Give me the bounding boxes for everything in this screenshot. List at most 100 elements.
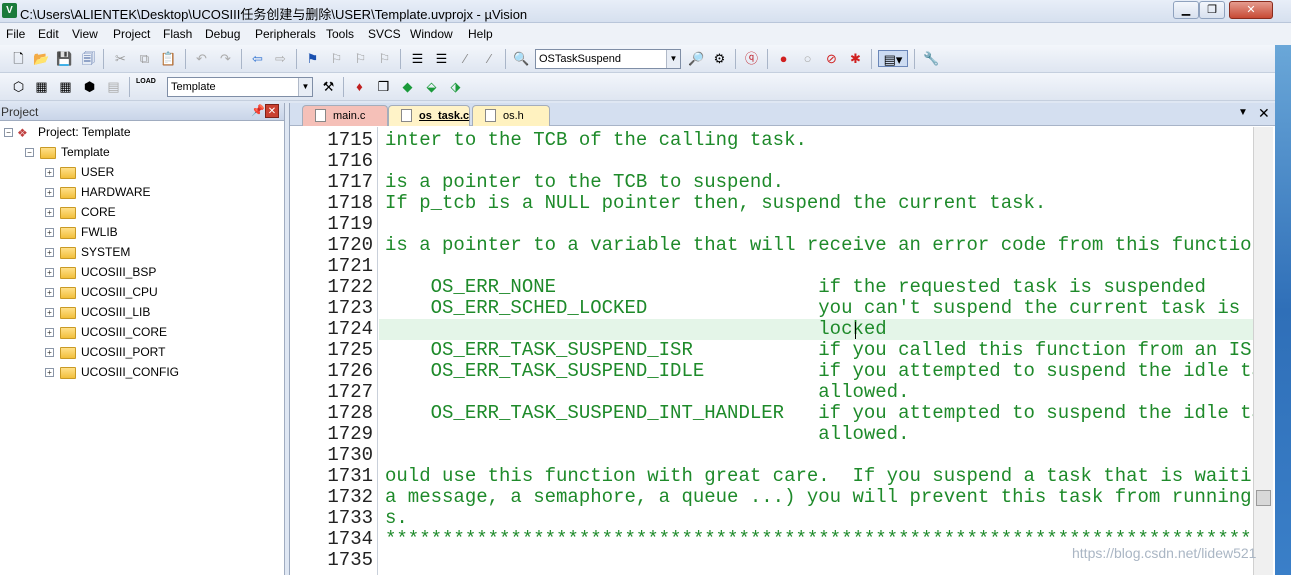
save-all-icon[interactable]: 🗐	[80, 50, 97, 67]
expand-icon[interactable]: +	[45, 368, 54, 378]
chevron-down-icon[interactable]: ▼	[666, 50, 680, 68]
code-line[interactable]: s.	[385, 508, 408, 529]
incremental-find-icon[interactable]: ⚙	[711, 50, 728, 67]
save-icon[interactable]: 💾	[56, 50, 73, 67]
open-file-icon[interactable]: 📂	[33, 50, 50, 67]
menu-debug[interactable]: Debug	[205, 27, 240, 41]
collapse-icon[interactable]: −	[4, 128, 13, 138]
disable-breakpoints-icon[interactable]: ⊘	[823, 50, 840, 67]
kill-breakpoints-icon[interactable]: ✱	[847, 50, 864, 67]
menu-window[interactable]: Window	[410, 27, 453, 41]
tab-os-task-c[interactable]: os_task.c	[388, 105, 470, 126]
menu-view[interactable]: View	[72, 27, 98, 41]
cut-icon[interactable]: ✂	[112, 50, 129, 67]
enable-breakpoint-icon[interactable]: ○	[799, 50, 816, 67]
expand-icon[interactable]: +	[45, 348, 54, 358]
insert-breakpoint-icon[interactable]: ●	[775, 50, 792, 67]
comment-icon[interactable]: ⁄	[457, 50, 474, 67]
build-icon[interactable]: ▦	[33, 78, 50, 95]
start-debug-icon[interactable]: ⓠ	[743, 50, 760, 67]
tree-group-ucosiii-config[interactable]: + UCOSIII_CONFIG	[45, 365, 179, 385]
manage-packs-icon[interactable]: ◆	[399, 78, 416, 95]
scrollbar-thumb[interactable]	[1256, 490, 1271, 506]
expand-icon[interactable]: +	[45, 268, 54, 278]
select-packs-icon[interactable]: ⬙	[423, 78, 440, 95]
code-line[interactable]: OS_ERR_SCHED_LOCKED you can't suspend th…	[385, 298, 1253, 319]
code-line[interactable]: OS_ERR_TASK_SUSPEND_ISR if you called th…	[385, 340, 1253, 361]
expand-icon[interactable]: +	[45, 228, 54, 238]
new-file-icon[interactable]: 🗋	[10, 50, 27, 67]
code-line[interactable]: a message, a semaphore, a queue ...) you…	[385, 487, 1253, 508]
expand-icon[interactable]: +	[45, 328, 54, 338]
tree-group-hardware[interactable]: + HARDWARE	[45, 185, 151, 205]
target-combobox[interactable]: Template ▼	[167, 77, 313, 97]
menu-svcs[interactable]: SVCS	[368, 27, 401, 41]
chevron-down-icon[interactable]: ▼	[298, 78, 312, 96]
translate-icon[interactable]: ⬡	[10, 78, 27, 95]
window-layout-icon[interactable]: ▤▾	[878, 50, 908, 67]
tree-group-ucosiii-core[interactable]: + UCOSIII_CORE	[45, 325, 167, 345]
code-editor[interactable]: inter to the TCB of the calling task. is…	[379, 127, 1253, 575]
pin-icon[interactable]: 📌	[251, 104, 265, 117]
rebuild-icon[interactable]: ▦	[57, 78, 74, 95]
code-line[interactable]: OS_ERR_TASK_SUSPEND_INT_HANDLER if you a…	[385, 403, 1253, 424]
next-bookmark-icon[interactable]: ⚐	[352, 50, 369, 67]
close-tab-icon[interactable]: ✕	[1258, 105, 1270, 122]
code-line[interactable]: ould use this function with great care. …	[385, 466, 1253, 487]
tab-main-c[interactable]: main.c	[302, 105, 388, 126]
menu-file[interactable]: File	[6, 27, 25, 41]
close-panel-icon[interactable]: ✕	[265, 104, 279, 118]
menu-flash[interactable]: Flash	[163, 27, 192, 41]
tab-os-h[interactable]: os.h	[472, 105, 550, 126]
vertical-scrollbar[interactable]	[1253, 127, 1273, 575]
undo-icon[interactable]: ↶	[193, 50, 210, 67]
maximize-button[interactable]: ❐	[1199, 1, 1225, 19]
file-extensions-icon[interactable]: ❒	[375, 78, 392, 95]
navigate-forward-icon[interactable]: ⇨	[272, 50, 289, 67]
menu-project[interactable]: Project	[113, 27, 150, 41]
menu-edit[interactable]: Edit	[38, 27, 59, 41]
menu-tools[interactable]: Tools	[326, 27, 354, 41]
download-load-icon[interactable]: LOAD	[136, 78, 156, 95]
target-options-icon[interactable]: ⚒	[320, 78, 337, 95]
tree-group-ucosiii-bsp[interactable]: + UCOSIII_BSP	[45, 265, 156, 285]
paste-icon[interactable]: 📋	[160, 50, 177, 67]
close-button[interactable]: ✕	[1229, 1, 1273, 19]
code-line[interactable]: inter to the TCB of the calling task.	[385, 130, 807, 151]
tree-target-node[interactable]: − Template	[25, 145, 110, 165]
find-icon[interactable]: 🔎	[688, 50, 705, 67]
tab-list-chevron-icon[interactable]: ▼	[1238, 107, 1248, 118]
clear-bookmarks-icon[interactable]: ⚐	[376, 50, 393, 67]
tree-group-ucosiii-port[interactable]: + UCOSIII_PORT	[45, 345, 165, 365]
code-line[interactable]: allowed.	[385, 424, 909, 445]
stop-build-icon[interactable]: ▤	[105, 78, 122, 95]
pack-installer-icon[interactable]: ⬗	[447, 78, 464, 95]
code-line[interactable]: allowed.	[385, 382, 909, 403]
navigate-back-icon[interactable]: ⇦	[249, 50, 266, 67]
expand-icon[interactable]: +	[45, 208, 54, 218]
tree-group-ucosiii-lib[interactable]: + UCOSIII_LIB	[45, 305, 150, 325]
tree-group-system[interactable]: + SYSTEM	[45, 245, 130, 265]
code-line[interactable]: OS_ERR_TASK_SUSPEND_IDLE if you attempte…	[385, 361, 1253, 382]
configure-icon[interactable]: 🔧	[923, 50, 940, 67]
find-in-files-icon[interactable]: 🔍	[513, 50, 530, 67]
expand-icon[interactable]: +	[45, 168, 54, 178]
copy-icon[interactable]: ⧉	[136, 50, 153, 67]
uncomment-icon[interactable]: ⁄	[481, 50, 498, 67]
code-line[interactable]: OS_ERR_NONE if the requested task is sus…	[385, 277, 1206, 298]
batch-build-icon[interactable]: ⬢	[81, 78, 98, 95]
expand-icon[interactable]: +	[45, 248, 54, 258]
menu-peripherals[interactable]: Peripherals	[255, 27, 316, 41]
tree-group-fwlib[interactable]: + FWLIB	[45, 225, 118, 245]
tree-group-ucosiii-cpu[interactable]: + UCOSIII_CPU	[45, 285, 158, 305]
tree-group-core[interactable]: + CORE	[45, 205, 116, 225]
menu-help[interactable]: Help	[468, 27, 493, 41]
expand-icon[interactable]: +	[45, 308, 54, 318]
bookmark-icon[interactable]: ⚑	[304, 50, 321, 67]
collapse-icon[interactable]: −	[25, 148, 34, 158]
code-line[interactable]: If p_tcb is a NULL pointer then, suspend…	[385, 193, 1046, 214]
manage-components-icon[interactable]: ♦	[351, 78, 368, 95]
code-line[interactable]: is a pointer to a variable that will rec…	[385, 235, 1253, 256]
code-line[interactable]: locked	[385, 319, 886, 340]
expand-icon[interactable]: +	[45, 288, 54, 298]
